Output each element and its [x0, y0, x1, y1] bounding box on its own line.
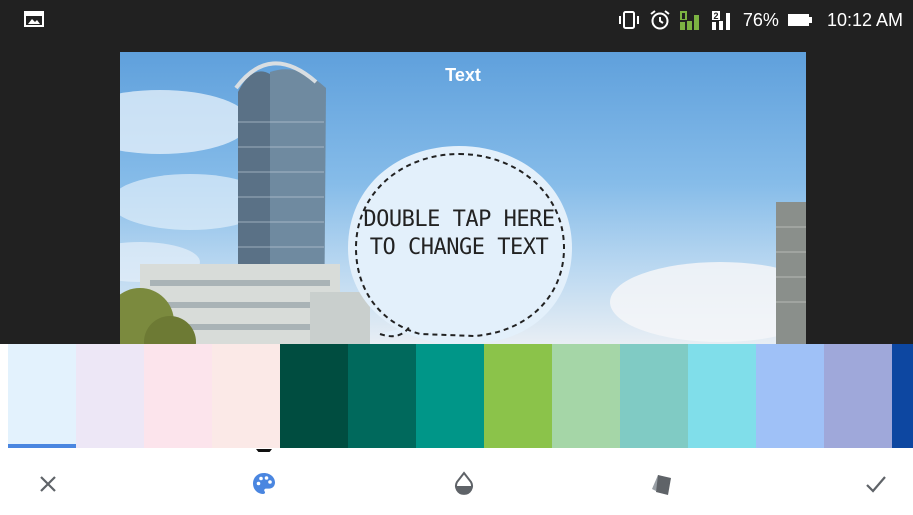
color-palette	[8, 344, 913, 448]
opacity-button[interactable]	[446, 466, 482, 502]
color-swatch[interactable]	[756, 344, 824, 448]
status-bar: 2 76% 10:12 AM	[0, 0, 913, 40]
color-swatch[interactable]	[620, 344, 688, 448]
color-swatch[interactable]	[552, 344, 620, 448]
color-swatch[interactable]	[484, 344, 552, 448]
svg-text:2: 2	[713, 11, 718, 21]
opacity-drop-icon	[455, 471, 473, 495]
battery-percent: 76%	[742, 9, 779, 30]
color-swatch[interactable]	[144, 344, 212, 448]
color-swatch[interactable]	[8, 344, 76, 448]
vibrate-icon	[618, 11, 639, 29]
style-button[interactable]	[645, 466, 681, 502]
sim2-signal-icon: 2	[711, 11, 730, 30]
status-icons: 2 76% 10:12 AM	[617, 0, 903, 40]
editor-canvas: Text DOUBLE TAP HERE TO CHANGE TEXT	[0, 40, 913, 344]
style-cards-icon	[652, 475, 671, 495]
color-swatch[interactable]	[76, 344, 144, 448]
close-button[interactable]	[30, 466, 66, 502]
close-icon	[40, 476, 56, 492]
color-swatch[interactable]	[688, 344, 756, 448]
color-swatch[interactable]	[280, 344, 348, 448]
palette-icon	[253, 473, 275, 494]
alarm-icon	[650, 10, 670, 30]
check-icon	[866, 476, 886, 493]
battery-icon	[787, 14, 812, 26]
color-swatch[interactable]	[212, 344, 280, 448]
color-swatch[interactable]	[824, 344, 892, 448]
bottom-toolbar	[0, 452, 913, 515]
palette-button[interactable]	[246, 466, 282, 502]
clock: 10:12 AM	[826, 9, 903, 30]
signal-icon	[679, 11, 699, 30]
color-swatch[interactable]	[348, 344, 416, 448]
gallery-icon	[24, 11, 44, 27]
speech-bubble-sticker[interactable]: DOUBLE TAP HERE TO CHANGE TEXT	[340, 136, 578, 344]
bubble-text: DOUBLE TAP HERE TO CHANGE TEXT	[363, 207, 555, 260]
color-swatch[interactable]	[892, 344, 913, 448]
photo-title: Text	[445, 65, 481, 85]
apply-button[interactable]	[858, 466, 894, 502]
color-swatch[interactable]	[416, 344, 484, 448]
